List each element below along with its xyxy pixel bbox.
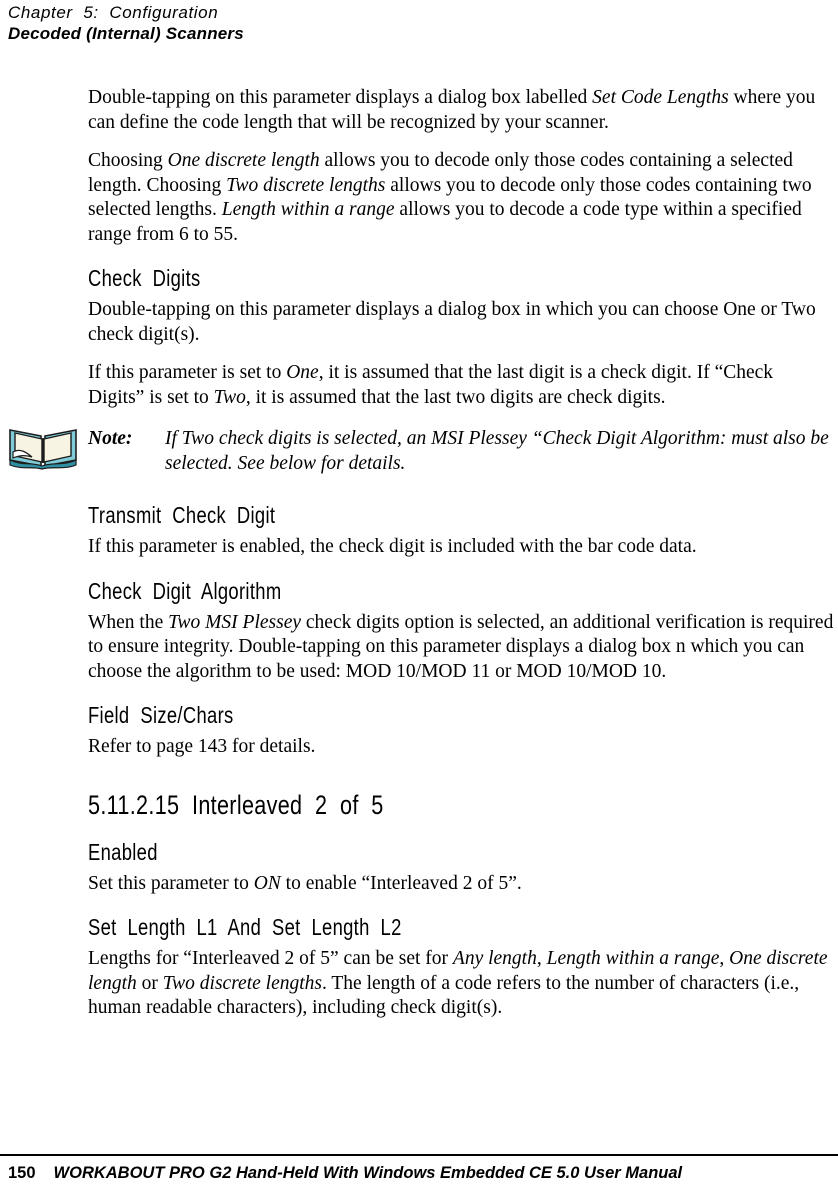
emphasis-any-length: Any length — [452, 948, 537, 969]
heading-check-digit-algorithm: Check Digit Algorithm — [88, 577, 282, 604]
emphasis-on: ON — [253, 872, 281, 894]
text-run: Double-tapping on this parameter display… — [88, 87, 593, 108]
open-book-icon — [8, 422, 78, 472]
heading-transmit-check-digit: Transmit Check Digit — [88, 502, 276, 528]
intro-paragraph-2: Choosing One discrete length allows you … — [88, 149, 834, 247]
page-number: 150 — [8, 1164, 36, 1182]
emphasis-two-discrete-lengths: Two discrete lengths — [162, 972, 322, 994]
note-text: If Two check digits is selected, an MSI … — [165, 428, 829, 474]
emphasis-set-code-lengths: Set Code Lengths — [592, 87, 729, 108]
running-header: Chapter 5: Configuration Decoded (Intern… — [8, 2, 708, 45]
text-run: , — [719, 948, 730, 969]
text-run: If this parameter is set to — [88, 362, 287, 383]
heading-check-digits: Check Digits — [88, 265, 201, 291]
header-subject-line: Decoded (Internal) Scanners — [8, 24, 244, 43]
heading-field-size-chars: Field Size/Chars — [88, 702, 234, 728]
heading-enabled: Enabled — [88, 838, 158, 865]
emphasis-two-discrete-lengths: Two discrete lengths — [226, 174, 386, 196]
text-run: , — [536, 948, 547, 969]
text-run: Choosing — [88, 150, 168, 171]
text-run: Set this parameter to — [88, 872, 254, 894]
heading-set-length-l1-and-l2: Set Length L1 And Set Length L2 — [88, 914, 402, 940]
note-callout: Note: If Two check digits is selected, a… — [9, 426, 834, 484]
field-size-chars-paragraph: Refer to page 143 for details. — [88, 736, 316, 757]
heading-section-interleaved-2-of-5: 5.11.2.15 Interleaved 2 of 5 — [88, 789, 384, 820]
page-footer: 150 WORKABOUT PRO G2 Hand-Held With Wind… — [8, 1163, 828, 1183]
footer-divider — [0, 1154, 838, 1156]
emphasis-one: One — [286, 362, 319, 383]
header-chapter-line: Chapter 5: Configuration — [8, 3, 219, 22]
text-run: , it is assumed that the last two digits… — [245, 386, 666, 408]
check-digits-paragraph-2: If this parameter is set to One , it is a… — [88, 361, 834, 410]
page-content: Double-tapping on this parameter display… — [9, 86, 834, 1035]
text-run: Lengths for “Interleaved 2 of 5” can be … — [88, 948, 453, 969]
check-digits-paragraph-1: Double-tapping on this parameter display… — [88, 299, 816, 345]
text-run: When the — [88, 611, 169, 633]
emphasis-one-discrete-length: One discrete length — [167, 150, 320, 171]
set-length-paragraph: Lengths for “Interleaved 2 of 5” can be … — [88, 947, 834, 1021]
transmit-check-digit-paragraph: If this parameter is enabled, the check … — [88, 536, 697, 557]
text-run: to enable “Interleaved 2 of 5”. — [280, 872, 522, 894]
emphasis-length-within-a-range: Length within a range — [546, 948, 720, 969]
footer-manual-title: WORKABOUT PRO G2 Hand-Held With Windows … — [53, 1164, 683, 1182]
text-run: or — [136, 972, 163, 994]
emphasis-length-within-a-range: Length within a range — [221, 199, 395, 220]
note-label: Note: — [88, 428, 133, 449]
enabled-paragraph: Set this parameter to ON to enable “Inte… — [88, 872, 834, 897]
check-digit-algorithm-paragraph: When the Two MSI Plessey check digits op… — [88, 611, 834, 685]
emphasis-two: Two — [213, 386, 246, 408]
emphasis-two-msi-plessey: Two MSI Plessey — [168, 611, 302, 633]
intro-paragraph-1: Double-tapping on this parameter display… — [88, 86, 834, 135]
